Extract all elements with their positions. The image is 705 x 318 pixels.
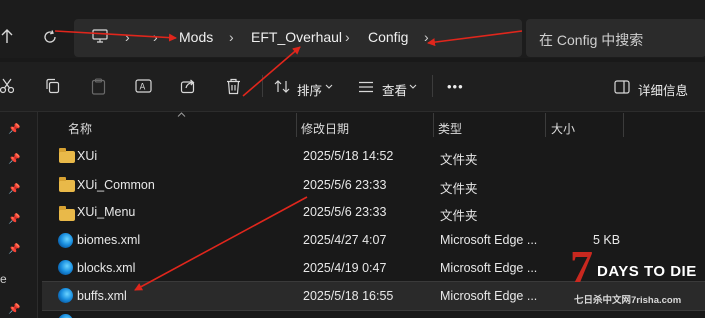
arrow-to-eft-overhaul (242, 46, 301, 97)
watermark-title: DAYS TO DIE (597, 263, 697, 280)
arrow-to-mods (54, 30, 177, 42)
watermark-subtitle: 七日杀中文网7risha.com (574, 295, 682, 306)
arrow-to-buffs (134, 196, 308, 291)
arrow-to-config (427, 30, 523, 47)
watermark-logo: 7 (570, 241, 593, 292)
